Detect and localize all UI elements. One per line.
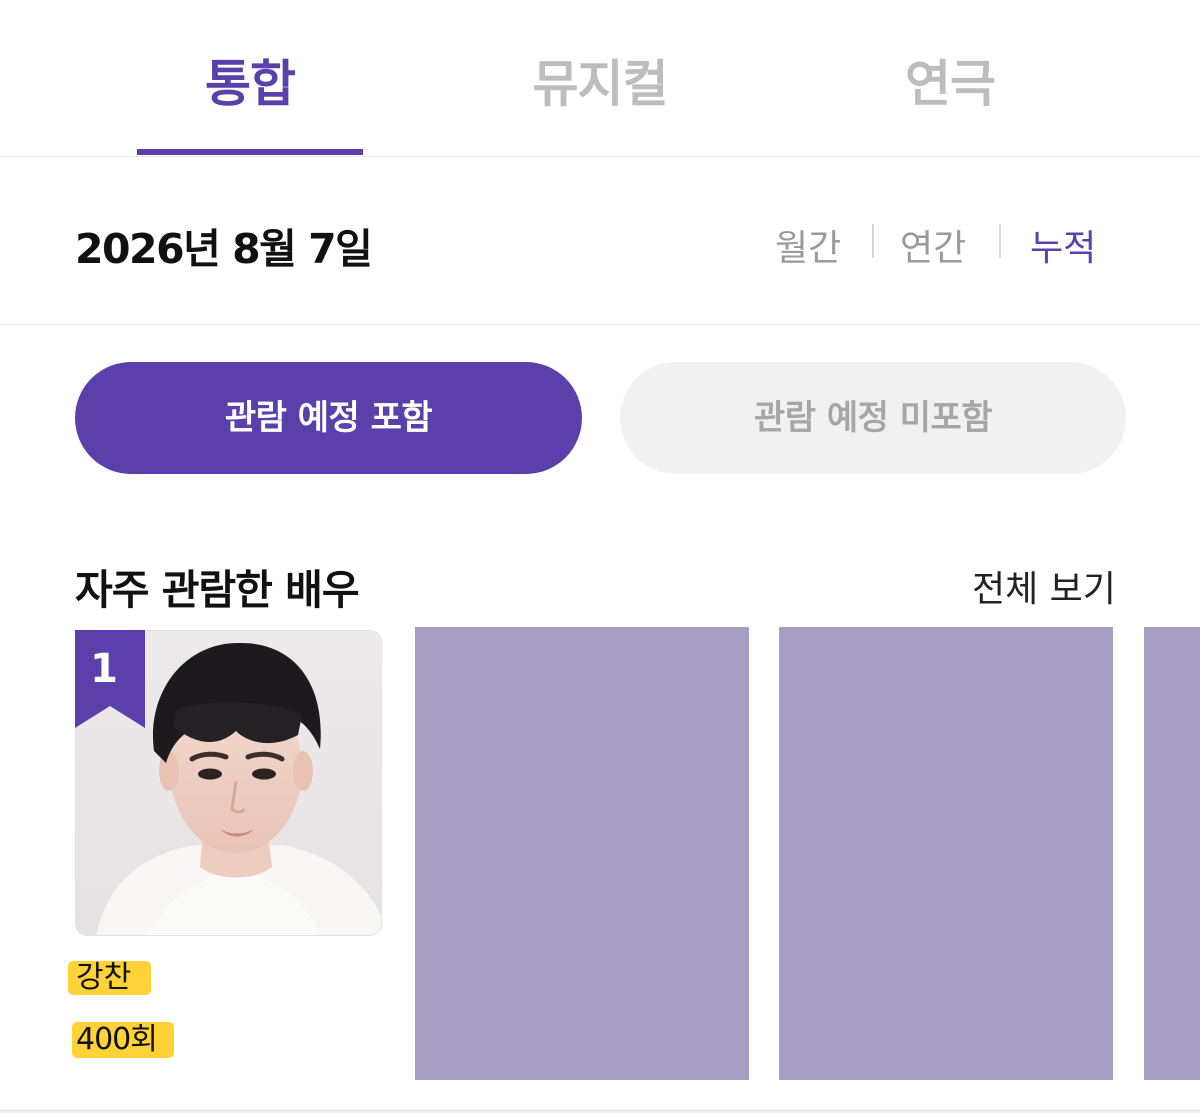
active-tab-indicator <box>137 149 363 155</box>
tab-play[interactable]: 연극 <box>825 44 1075 116</box>
rank-number: 1 <box>90 646 118 692</box>
category-tabs: 통합 뮤지컬 연극 <box>0 0 1200 157</box>
actor-name: 강찬 <box>68 961 151 995</box>
actor-card-placeholder[interactable] <box>415 627 749 1080</box>
date-row: 2026년 8월 7일 월간 연간 누적 <box>0 157 1200 325</box>
tab-musical[interactable]: 뮤지컬 <box>475 44 725 116</box>
view-all-link[interactable]: 전체 보기 <box>972 560 1116 612</box>
exclude-scheduled-button[interactable]: 관람 예정 미포함 <box>620 362 1126 474</box>
divider <box>0 1109 1200 1113</box>
period-cumulative[interactable]: 누적 <box>1030 219 1096 271</box>
current-date: 2026년 8월 7일 <box>75 225 373 273</box>
tab-integrated[interactable]: 통합 <box>125 44 375 116</box>
include-scheduled-button[interactable]: 관람 예정 포함 <box>75 362 582 474</box>
actor-card-placeholder[interactable] <box>779 627 1113 1080</box>
actor-card-placeholder[interactable] <box>1144 627 1200 1080</box>
period-monthly[interactable]: 월간 <box>775 219 841 271</box>
section-title: 자주 관람한 배우 <box>75 566 360 614</box>
period-yearly[interactable]: 연간 <box>900 219 966 271</box>
period-divider <box>999 224 1001 258</box>
view-count: 400회 <box>72 1022 174 1058</box>
period-divider <box>872 224 874 258</box>
